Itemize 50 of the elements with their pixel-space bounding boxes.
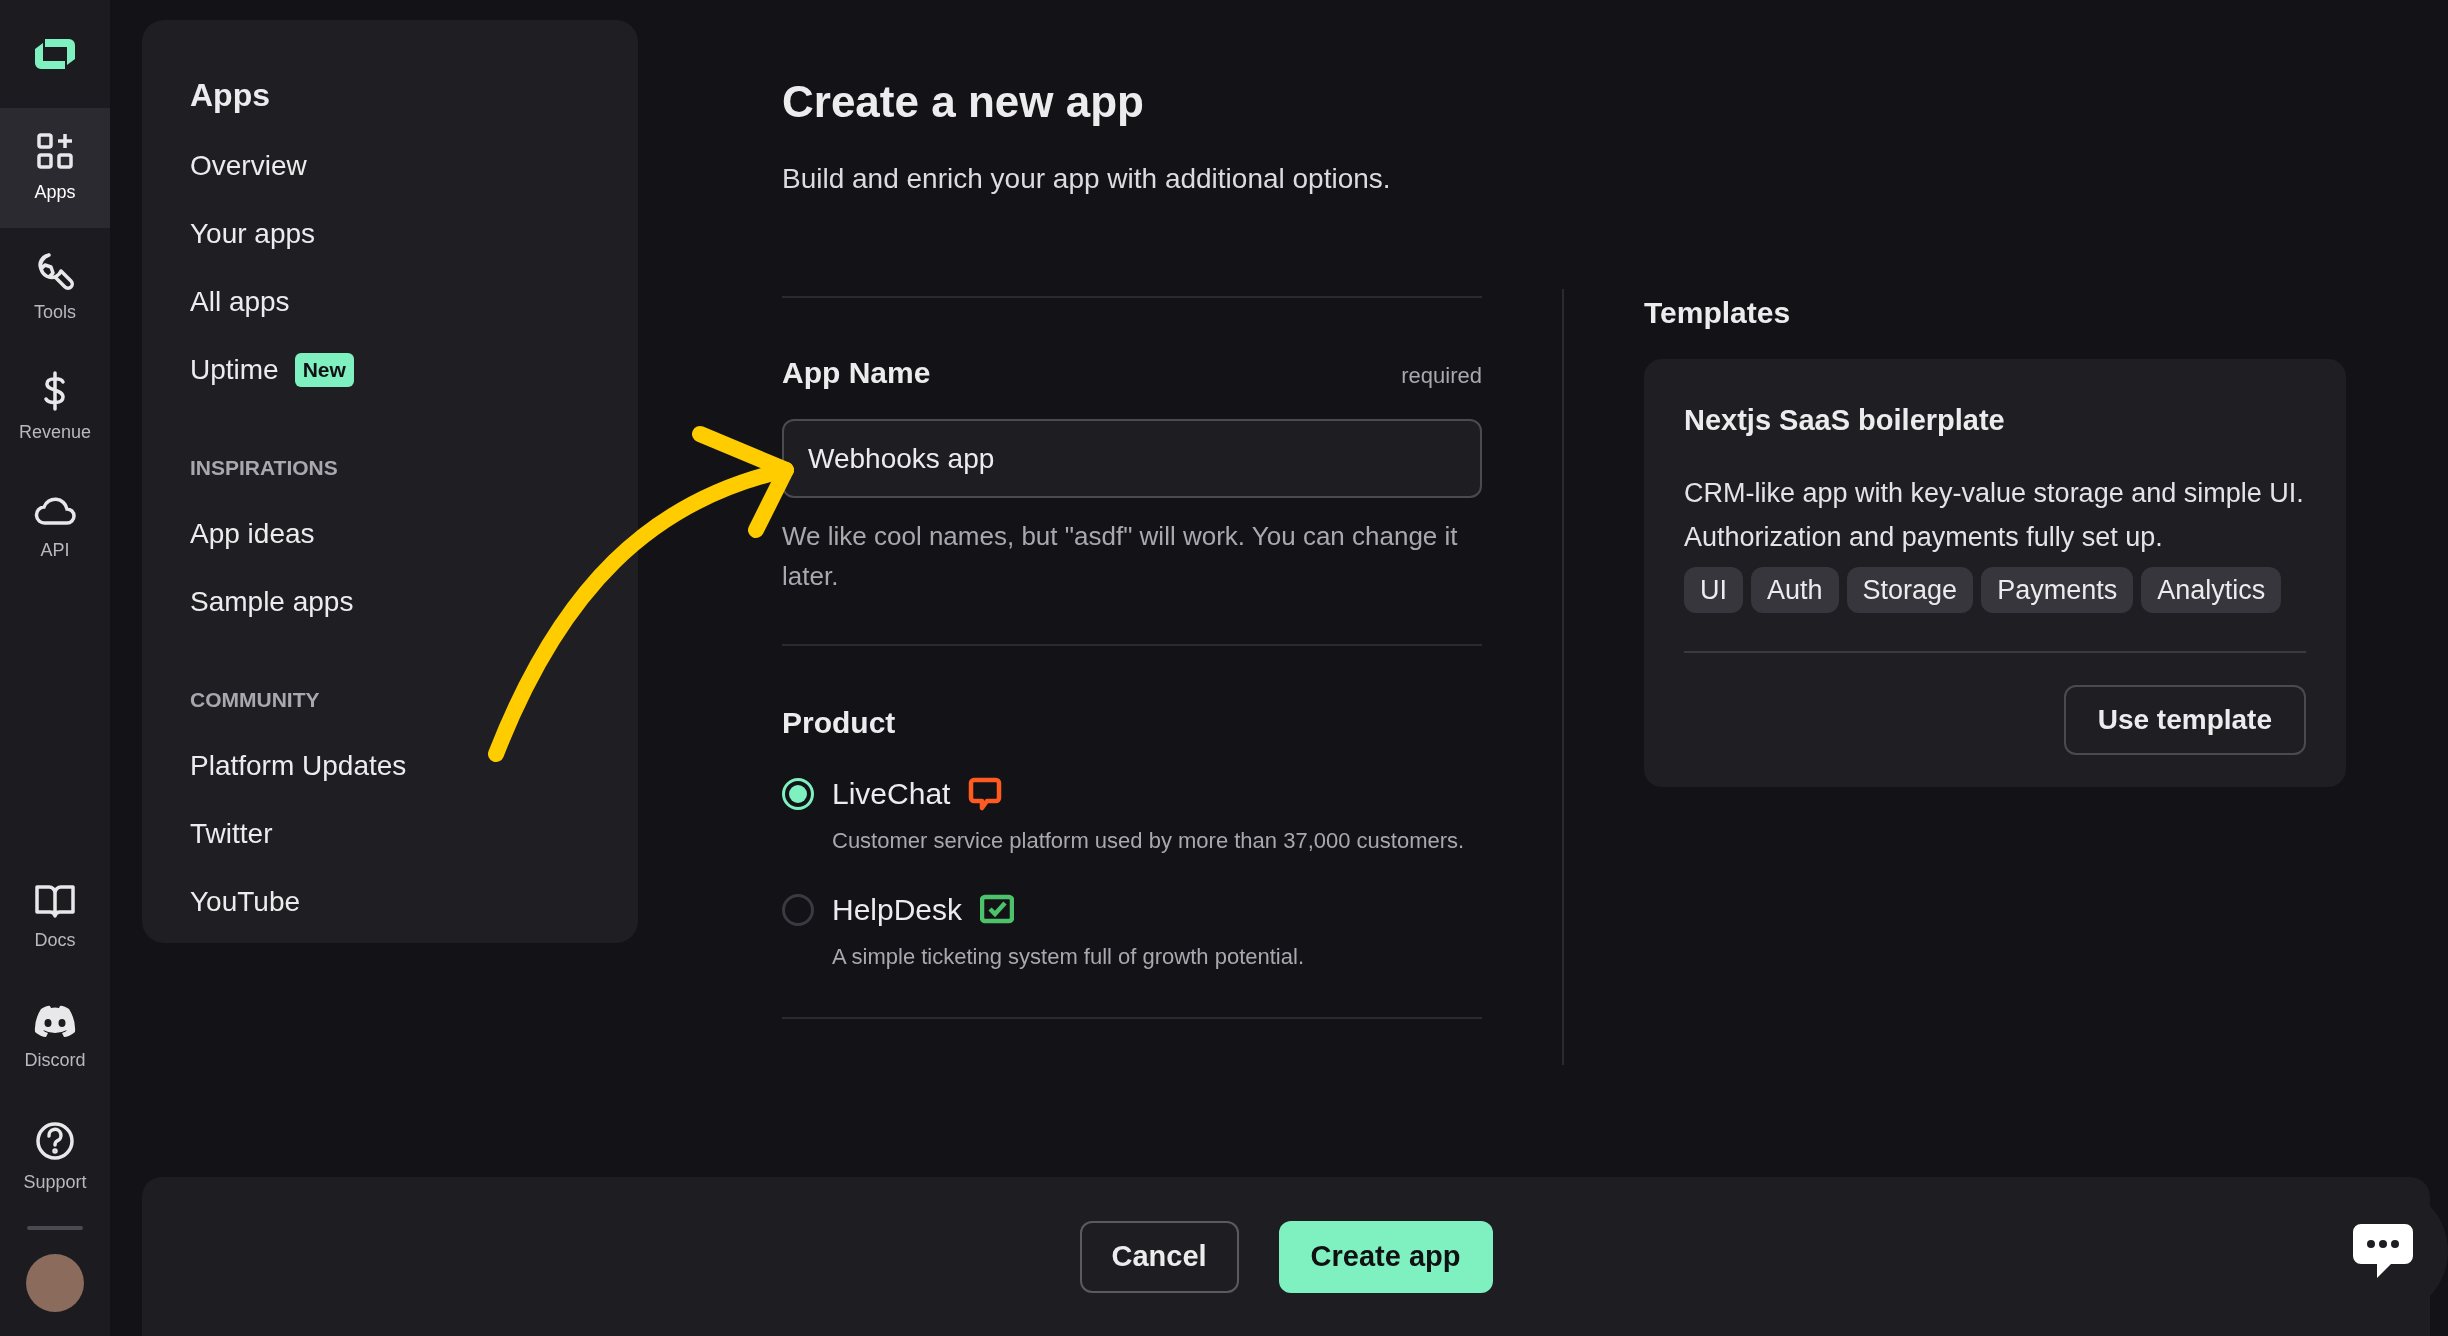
template-description: CRM-like app with key-value storage and simple UI. Authorization and payments fully set up. [1684, 476, 2305, 554]
apps-grid-icon [35, 130, 75, 171]
option-description: Customer service platform used by more than 37,000 customers. [832, 827, 1466, 855]
sidebar-link[interactable]: Platform Updates [190, 745, 407, 787]
page-title: Create a new app [782, 76, 1145, 128]
nav-rail-item[interactable]: Revenue [0, 348, 110, 468]
sidebar-link[interactable]: Twitter [190, 813, 273, 855]
nav-rail-item[interactable]: Support [0, 1098, 110, 1218]
app-name-input[interactable]: Webhooks app [782, 419, 1482, 498]
sidebar-link[interactable]: Uptime [190, 349, 279, 391]
nav-rail-item[interactable]: Discord [0, 978, 110, 1098]
use-template-button[interactable]: Use template [2063, 684, 2306, 755]
new-badge: New [294, 353, 354, 387]
section-heading: INSPIRATIONS [190, 455, 339, 481]
required-label: required [1401, 362, 1482, 390]
templates-heading: Templates [1644, 295, 1792, 331]
nav-rail-item[interactable]: Docs [0, 858, 110, 978]
radio-button[interactable] [782, 893, 814, 926]
avatar[interactable] [26, 1254, 84, 1312]
tag: Storage [1846, 566, 1974, 613]
nav-rail-item[interactable]: API [0, 468, 110, 588]
field-hint: We like cool names, but "asdf" will work. You can change it later. [782, 520, 1459, 593]
speech-bubble-icon [968, 776, 1003, 811]
sidebar-title: Apps [190, 76, 271, 115]
product-heading: Product [782, 705, 897, 741]
book-icon [34, 882, 76, 919]
tag: Auth [1751, 566, 1839, 613]
tag: UI [1684, 566, 1743, 613]
checkmark-box-icon [980, 893, 1015, 926]
tag: Analytics [2141, 566, 2282, 613]
cancel-button[interactable]: Cancel [1079, 1220, 1239, 1293]
sidebar-link[interactable]: Overview [190, 145, 307, 187]
nav-rail-item[interactable]: Tools [0, 228, 110, 348]
sidebar-link[interactable]: Your apps [190, 213, 316, 255]
wrench-icon [35, 250, 75, 291]
field-label: App Name [782, 355, 931, 391]
option-label: LiveChat [832, 776, 951, 812]
sidebar-link[interactable]: Sample apps [190, 581, 354, 623]
sidebar-link[interactable]: App ideas [190, 513, 315, 555]
sidebar-link[interactable]: All apps [190, 281, 290, 323]
option-label: HelpDesk [832, 892, 963, 928]
tag: Payments [1981, 566, 2134, 613]
help-icon [35, 1120, 75, 1161]
option-description: A simple ticketing system full of growth potential. [832, 943, 1305, 971]
section-heading: COMMUNITY [190, 687, 321, 713]
nav-rail-item[interactable]: Apps [0, 108, 110, 228]
sidebar-link[interactable]: YouTube [190, 881, 301, 923]
template-title: Nextjs SaaS boilerplate [1684, 403, 2006, 438]
page-subtitle: Build and enrich your app with additional options. [782, 162, 1392, 196]
create-app-button[interactable]: Create app [1278, 1220, 1493, 1293]
